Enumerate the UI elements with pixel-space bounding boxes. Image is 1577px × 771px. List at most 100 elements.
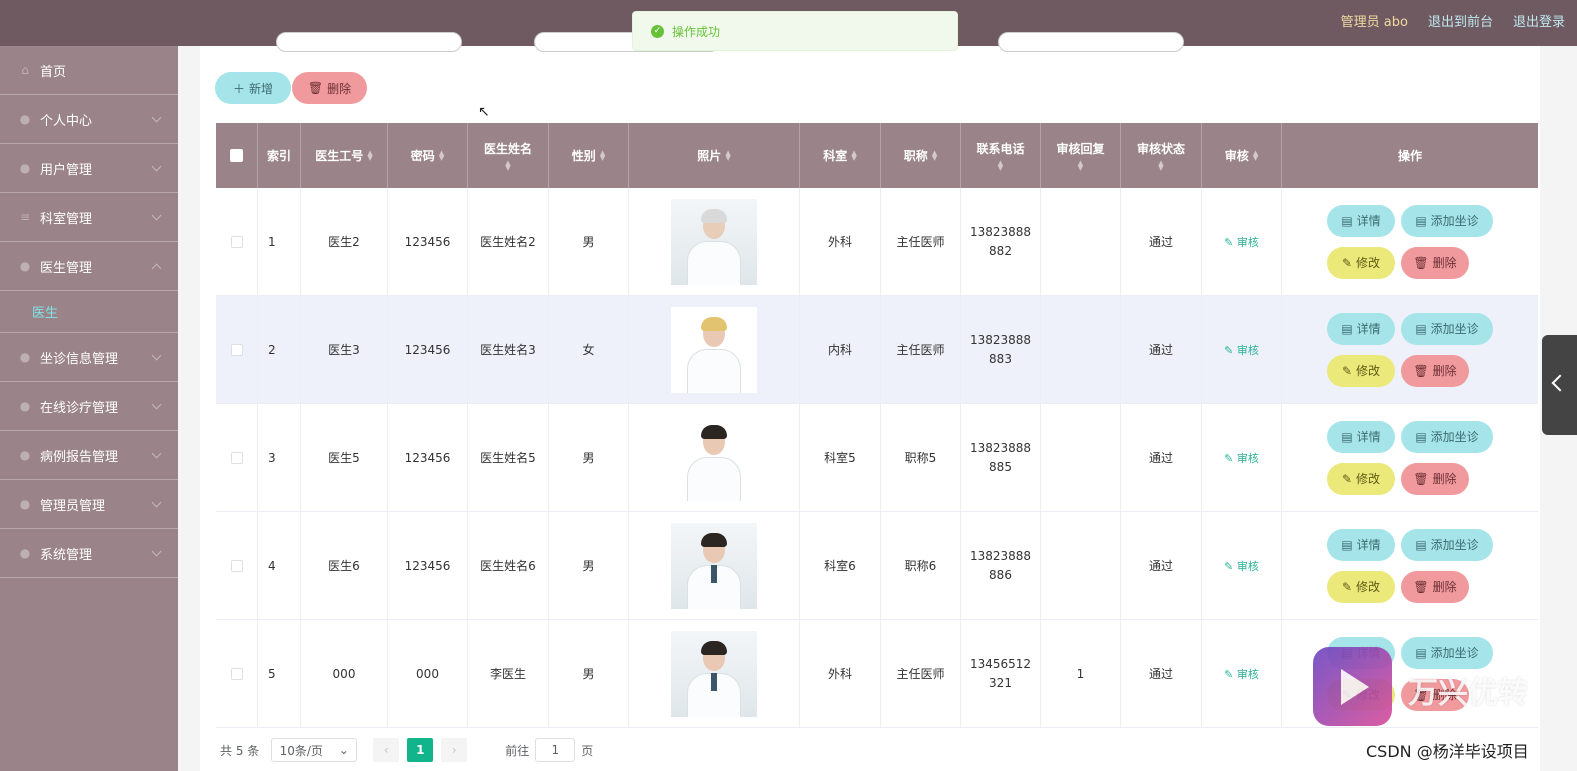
col-gender[interactable]: 性别 ▲ ▼ [549, 123, 629, 188]
sidebar-item-system[interactable]: ● 系统管理 [0, 529, 178, 578]
chat-icon: ● [19, 399, 31, 413]
audit-link[interactable]: ✎ 审核 [1224, 666, 1259, 682]
col-audit[interactable]: 审核 ▲ ▼ [1202, 123, 1282, 188]
edit-button[interactable]: ✎修改 [1327, 570, 1395, 603]
batch-delete-button[interactable]: 🗑 删除 [292, 72, 367, 104]
sidebar-item-profile[interactable]: ● 个人中心 [0, 95, 178, 144]
add-consult-button[interactable]: ▤ 添加坐诊 [1401, 312, 1493, 345]
pencil-icon: ✎ [1341, 363, 1353, 378]
sidebar-item-departments[interactable]: ≡ 科室管理 [0, 193, 178, 242]
add-consult-button[interactable]: ▤ 添加坐诊 [1401, 528, 1493, 561]
edit-button[interactable]: ✎修改 [1327, 462, 1395, 495]
sort-icon[interactable]: ▲ ▼ [505, 160, 510, 172]
sidebar-item-consult-info[interactable]: ● 坐诊信息管理 [0, 333, 178, 382]
sidebar-subitem-doctor[interactable]: 医生 [0, 291, 178, 333]
sidebar-item-online-diagnosis[interactable]: ● 在线诊疗管理 [0, 382, 178, 431]
cell-phone: 13823888 883 [961, 296, 1041, 403]
logout-link[interactable]: 退出登录 [1513, 11, 1565, 30]
chevron-down-icon [151, 112, 162, 123]
cell-title: 主任医师 [881, 188, 961, 295]
edit-button[interactable]: ✎修改 [1327, 354, 1395, 387]
sort-icon[interactable]: ▲ ▼ [439, 149, 444, 161]
cell-department: 科室6 [800, 512, 881, 619]
row-checkbox[interactable] [230, 667, 243, 680]
row-checkbox[interactable] [230, 235, 243, 248]
side-collapse-tab[interactable] [1542, 335, 1577, 435]
add-consult-button[interactable]: ▤ 添加坐诊 [1401, 636, 1493, 669]
delete-button[interactable]: 🗑 删除 [1401, 354, 1469, 387]
sort-icon[interactable]: ▲ ▼ [600, 149, 605, 161]
prev-page-button[interactable]: ‹ [373, 738, 400, 762]
document-icon: ▤ [1415, 321, 1427, 336]
pencil-icon: ✎ [1341, 255, 1353, 270]
search-input[interactable] [998, 32, 1184, 52]
col-audit-status[interactable]: 审核状态 ▲ ▼ [1121, 123, 1202, 188]
row-checkbox[interactable] [230, 343, 243, 356]
sidebar-item-home[interactable]: ⌂ 首页 [0, 46, 178, 95]
sort-icon[interactable]: ▲ ▼ [1158, 160, 1163, 172]
sidebar-item-case-reports[interactable]: ● 病例报告管理 [0, 431, 178, 480]
delete-button[interactable]: 🗑 删除 [1401, 462, 1469, 495]
col-doctor-name[interactable]: 医生姓名 ▲ ▼ [468, 123, 549, 188]
sort-icon[interactable]: ▲ ▼ [851, 149, 856, 161]
detail-button[interactable]: ▤详情 [1327, 312, 1395, 345]
page-number-current[interactable]: 1 [407, 738, 434, 762]
cell-password: 123456 [388, 404, 468, 511]
cell-doctor-no: 医生5 [301, 404, 388, 511]
sidebar-item-users[interactable]: ● 用户管理 [0, 144, 178, 193]
add-consult-button[interactable]: ▤ 添加坐诊 [1401, 204, 1493, 237]
search-input[interactable] [276, 32, 462, 52]
sidebar-item-doctors[interactable]: ● 医生管理 [0, 242, 178, 291]
col-password[interactable]: 密码 ▲ ▼ [388, 123, 468, 188]
detail-button[interactable]: ▤详情 [1327, 420, 1395, 453]
delete-button[interactable]: 🗑 删除 [1401, 570, 1469, 603]
exit-to-front-link[interactable]: 退出到前台 [1428, 11, 1493, 30]
report-icon: ● [19, 448, 31, 462]
select-all-checkbox[interactable] [230, 149, 243, 162]
delete-button[interactable]: 🗑 删除 [1401, 246, 1469, 279]
total-count: 共 5 条 [220, 743, 260, 758]
doctor-photo[interactable] [671, 630, 757, 717]
goto-label: 前往 [505, 743, 530, 758]
detail-button[interactable]: ▤详情 [1327, 204, 1395, 237]
col-doctor-no[interactable]: 医生工号 ▲ ▼ [301, 123, 388, 188]
add-button[interactable]: ＋新增 [215, 72, 291, 104]
add-consult-button[interactable]: ▤ 添加坐诊 [1401, 420, 1493, 453]
pagination: 共 5 条 10条/页 ⌄ ‹ 1 › 前往 1 页 [220, 737, 593, 763]
col-audit-reply[interactable]: 审核回复 ▲ ▼ [1041, 123, 1121, 188]
next-page-button[interactable]: › [441, 738, 468, 762]
watermark-brand: 万兴优转 [1408, 676, 1528, 711]
doctor-photo[interactable] [671, 522, 757, 609]
audit-link[interactable]: ✎ 审核 [1224, 342, 1259, 358]
trash-icon: 🗑 [1413, 255, 1429, 270]
audit-link[interactable]: ✎ 审核 [1224, 450, 1259, 466]
cell-audit-status: 通过 [1121, 512, 1202, 619]
table-row: 1 医生2 123456 医生姓名2 男 外科 主任医师 13823888 882… [216, 188, 1538, 296]
doctor-photo[interactable] [671, 198, 757, 285]
audit-link[interactable]: ✎ 审核 [1224, 558, 1259, 574]
col-phone[interactable]: 联系电话 ▲ ▼ [961, 123, 1041, 188]
doctor-photo[interactable] [671, 414, 757, 501]
cell-audit-reply [1041, 188, 1121, 295]
cell-department: 内科 [800, 296, 881, 403]
sort-icon[interactable]: ▲ ▼ [1253, 149, 1258, 161]
detail-button[interactable]: ▤详情 [1327, 528, 1395, 561]
sort-icon[interactable]: ▲ ▼ [725, 149, 730, 161]
calendar-icon: ● [19, 350, 31, 364]
sort-icon[interactable]: ▲ ▼ [932, 149, 937, 161]
sort-icon[interactable]: ▲ ▼ [1078, 160, 1083, 172]
row-checkbox[interactable] [230, 451, 243, 464]
doctor-photo[interactable] [671, 306, 757, 393]
page-size-select[interactable]: 10条/页 ⌄ [271, 738, 358, 762]
sort-icon[interactable]: ▲ ▼ [367, 149, 372, 161]
goto-page-input[interactable]: 1 [535, 738, 576, 762]
sidebar-item-admins[interactable]: ● 管理员管理 [0, 480, 178, 529]
cell-gender: 男 [549, 404, 629, 511]
audit-link[interactable]: ✎ 审核 [1224, 234, 1259, 250]
col-department[interactable]: 科室 ▲ ▼ [800, 123, 881, 188]
sort-icon[interactable]: ▲ ▼ [998, 160, 1003, 172]
row-checkbox[interactable] [230, 559, 243, 572]
col-photo[interactable]: 照片 ▲ ▼ [629, 123, 800, 188]
col-title[interactable]: 职称 ▲ ▼ [881, 123, 961, 188]
edit-button[interactable]: ✎修改 [1327, 246, 1395, 279]
